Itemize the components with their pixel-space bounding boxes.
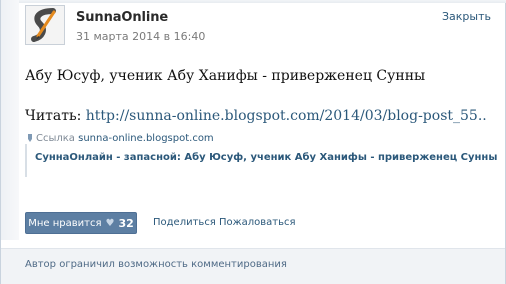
link-snippet: СуннаОнлайн - запасной: Абу Юсуф, ученик… [25,144,497,177]
close-link[interactable]: Закрыть [442,10,491,23]
post-title: Абу Юсуф, ученик Абу Ханифы - привержене… [25,68,426,84]
attachment-prefix: Ссылка [36,133,75,144]
post-date[interactable]: 31 марта 2014 в 16:40 [76,30,205,43]
attachment-domain[interactable]: sunna-online.blogspot.com [78,133,214,144]
share-link[interactable]: Поделиться [153,217,216,228]
left-shade [1,0,19,240]
author-name[interactable]: SunnaOnline [76,10,168,25]
post-card: SunnaOnline 31 марта 2014 в 16:40 Закрыт… [0,0,506,284]
link-pin-icon [28,134,32,142]
avatar[interactable] [25,5,65,45]
heart-icon: ♥ [105,217,115,229]
post-url-link[interactable]: http://sunna-online.blogspot.com/2014/03… [86,108,487,124]
like-label: Мне нравится [28,217,102,229]
comments-footer: Автор ограничил возможность комментирова… [1,248,505,284]
top-strip [1,0,506,3]
attachment-ref: Ссылка sunna-online.blogspot.com [27,133,214,144]
read-line: Читать: http://sunna-online.blogspot.com… [25,108,487,124]
read-label: Читать: [25,108,86,124]
report-link[interactable]: Пожаловаться [219,217,296,228]
like-button[interactable]: Мне нравится ♥ 32 [25,212,137,234]
like-count: 32 [118,216,134,230]
snippet-title-link[interactable]: СуннаОнлайн - запасной: Абу Юсуф, ученик… [35,152,497,163]
comments-disabled-text: Автор ограничил возможность комментирова… [25,259,287,270]
sunna-logo-icon [26,6,64,44]
